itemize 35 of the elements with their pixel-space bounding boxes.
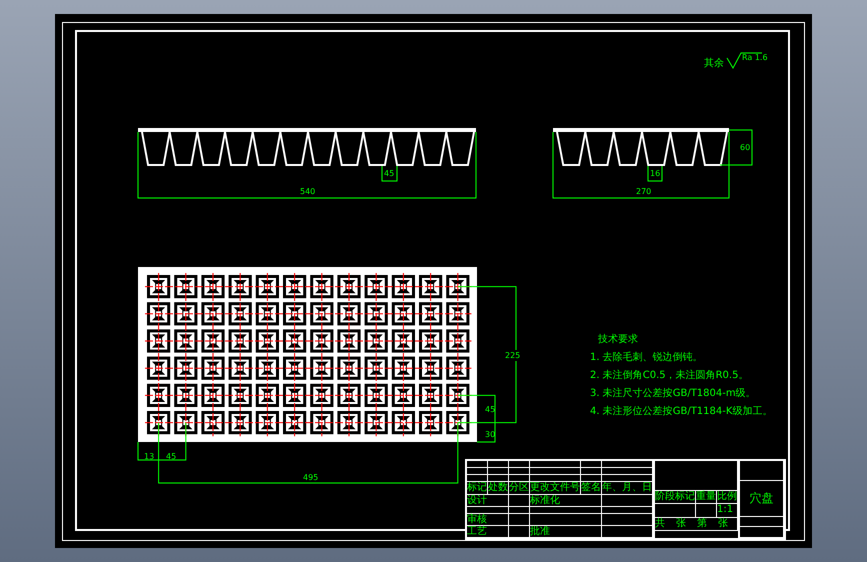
scale-cell: 1:1: [717, 504, 738, 518]
header-cell: 标记: [467, 482, 488, 494]
label-cell: 设计: [467, 494, 509, 507]
header-cell: 处数: [488, 482, 509, 494]
header-cell: 签名: [581, 482, 602, 494]
dimension-text: 45: [485, 405, 496, 414]
dimension-text: 225: [504, 350, 522, 361]
note-text: 1. 去除毛刺、锐边倒钝。: [590, 350, 704, 364]
label-cell: 批准: [530, 526, 602, 538]
label-cell: 工艺: [467, 526, 509, 538]
note-text: 3. 未注尺寸公差按GB/T1804-m级。: [590, 386, 757, 400]
dimension-text: 60: [740, 143, 750, 152]
dimension-text: 16: [650, 169, 660, 178]
dimension-text: 495: [303, 473, 318, 482]
drawing-title: 穴盘: [740, 481, 784, 517]
header-cell: 分区: [509, 482, 530, 494]
dimension-text: 540: [300, 187, 316, 196]
dimension-text: 30: [485, 430, 496, 439]
note-text: 2. 未注倒角C0.5，未注圆角R0.5。: [590, 368, 750, 382]
roughness-label: 其余: [704, 56, 724, 70]
label-cell: 比例: [717, 491, 738, 504]
note-text: 4. 未注形位公差按GB/T1184-K级加工。: [590, 404, 772, 418]
notes-title: 技术要求: [598, 332, 639, 346]
header-cell: 更改文件号: [530, 482, 581, 494]
roughness-value: Ra 1.6: [742, 53, 768, 62]
dimension-text: 13: [144, 452, 154, 461]
header-cell: 年、月、日: [602, 482, 653, 494]
label-cell: 阶段标记: [655, 491, 696, 504]
dimension-text: 45: [166, 452, 176, 461]
label-cell: 审核: [467, 514, 509, 526]
label-cell: 重量: [696, 491, 717, 504]
sheet-count-cell: 共 张 第 张: [655, 518, 738, 531]
dimension-text: 270: [636, 187, 652, 196]
label-cell: 标准化: [530, 494, 602, 507]
dimension-text: 45: [384, 169, 394, 178]
